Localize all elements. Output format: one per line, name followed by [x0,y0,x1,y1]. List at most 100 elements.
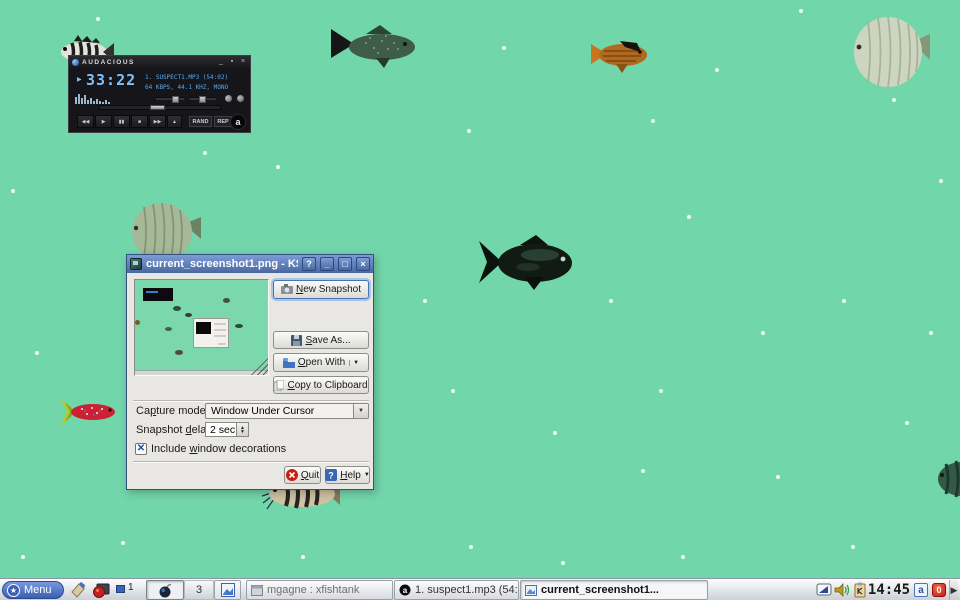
bomb-app-button[interactable] [146,580,184,600]
audacious-tray-icon[interactable]: a [914,583,928,597]
new-snapshot-button[interactable]: New Snapshot [273,280,369,299]
whats-this-icon[interactable]: ? [302,257,316,271]
snapshot-preview[interactable] [134,279,269,376]
play-button[interactable]: ▶ [95,115,112,128]
menu-button[interactable]: ★ Menu [2,581,64,599]
clipboard-icon [274,380,284,391]
quit-label: Quit [301,470,319,481]
capture-mode-select[interactable]: Window Under Cursor ▼ [205,403,369,419]
folder-icon [283,358,295,368]
audacious-title: AUDACIOUS [82,59,214,66]
maximize-icon[interactable]: □ [338,257,352,271]
elapsed-time: 33:22 [86,71,136,89]
fish-speckled-icon [330,22,416,70]
shuffle-button[interactable]: RAND [189,116,212,127]
clock[interactable]: 14:45 [866,580,912,600]
copy-to-clipboard-button[interactable]: Copy to Clipboard [273,376,369,394]
pager-window-icon [116,585,125,593]
open-with-label: Open With [298,357,345,368]
taskbar: ★ Menu 1 3 [0,578,960,600]
image-app-button[interactable] [214,580,241,600]
display-tray-icon[interactable] [816,582,832,598]
close-icon[interactable]: × [239,57,247,67]
quit-x-icon [286,469,298,481]
minimize-icon[interactable]: _ [217,57,225,67]
seek-bar[interactable] [99,105,221,110]
desktop-pager[interactable]: 1 [113,582,139,598]
panel-hide-arrow[interactable]: ▶ [949,580,958,600]
power-tray-icon[interactable]: 0 [932,583,946,597]
snapshot-delay-value: 2 sec [210,424,235,436]
preview-resize-hatch-icon [251,358,268,375]
spinner-arrows-icon[interactable]: ▲▼ [236,423,248,436]
audacious-badge-icon: a [230,114,246,130]
spectrum-analyzer [75,93,117,104]
snapshot-delay-spinbox[interactable]: 2 sec ▲▼ [205,422,249,437]
eject-button[interactable]: ▲ [167,115,182,128]
window-icon [251,585,263,596]
help-icon: ? [325,469,337,481]
stream-info: 64 KBPS, 44.1 KHZ, MONO [145,84,228,91]
volume-slider[interactable] [156,97,184,100]
stop-button[interactable]: ■ [131,115,148,128]
task-label: mgagne : xfishtank [267,584,359,596]
separator [133,400,369,402]
volume-icon[interactable] [834,582,850,598]
task-label: current_screenshot1... [541,584,659,596]
chevron-down-icon[interactable]: ▼ [364,472,370,478]
quick-launch-icon-2[interactable] [92,581,110,599]
previous-button[interactable]: ◀◀ [77,115,94,128]
task-audacious[interactable]: a 1. suspect1.mp3 (54:02) [394,580,519,600]
minimize-icon[interactable]: _ [320,257,334,271]
chevron-down-icon[interactable]: ▼ [349,360,359,366]
capture-mode-label: Capture mode: [136,405,209,417]
fish-discus-pale-icon [852,14,932,90]
fish-orange-icon [590,34,648,74]
chevron-down-icon[interactable]: ▼ [353,404,368,418]
fish-edge-icon [936,450,960,508]
svg-text:?: ? [328,471,334,481]
task-ksnapshot[interactable]: current_screenshot1... [520,580,708,600]
open-with-button[interactable]: Open With ▼ [273,353,369,372]
balance-slider[interactable] [190,97,216,100]
playlist-toggle-icon[interactable] [237,95,244,102]
star-icon: ★ [7,584,20,597]
save-as-button[interactable]: Save As... [273,331,369,349]
bomb-icon [158,583,172,598]
include-decorations-label: Include window decorations [151,443,286,455]
ksnapshot-dialog: current_screenshot1.png - KSr ? _ □ × Ne… [126,254,374,490]
preview-dialog [193,318,229,348]
fish-black-icon [478,233,576,291]
audacious-logo-icon [72,59,79,66]
task-xfishtank[interactable]: mgagne : xfishtank [246,580,393,600]
task-label: 1. suspect1.mp3 (54:02) [415,584,519,596]
shade-icon[interactable]: ▪ [228,57,236,67]
air-bubbles [0,0,2,2]
desktop-3-button[interactable]: 3 [184,580,214,600]
window-title: current_screenshot1.png - KSr [146,258,298,270]
desktop: AUDACIOUS _ ▪ × ▶ 33:22 1. SUSPECT1.MP3 … [0,0,960,600]
audacious-titlebar[interactable]: AUDACIOUS _ ▪ × [69,56,250,68]
preview-audacious [143,288,173,301]
track-title: 1. SUSPECT1.MP3 (54:02) [145,74,228,81]
camera-icon [281,284,293,295]
next-button[interactable]: ▶▶ [149,115,166,128]
ksnapshot-icon [525,585,537,596]
copy-to-clipboard-label: Copy to Clipboard [287,380,367,391]
eq-toggle-icon[interactable] [225,95,232,102]
fish-rainbow-icon [60,396,118,428]
pause-button[interactable]: ▮▮ [113,115,130,128]
ksnapshot-app-icon [130,258,142,270]
quick-launch-icon-1[interactable] [69,581,87,599]
include-decorations-checkbox[interactable] [135,443,147,455]
floppy-icon [291,335,302,346]
help-label: Help [340,470,361,481]
preview-taskbar [135,370,268,375]
quit-button[interactable]: Quit [284,466,321,484]
new-snapshot-label: New Snapshot [296,284,361,295]
capture-mode-value: Window Under Cursor [211,405,314,417]
help-button[interactable]: ? Help ▼ [325,466,370,484]
desktop-3-label: 3 [196,584,202,596]
close-icon[interactable]: × [356,257,370,271]
ksnapshot-titlebar[interactable]: current_screenshot1.png - KSr ? _ □ × [127,255,373,273]
